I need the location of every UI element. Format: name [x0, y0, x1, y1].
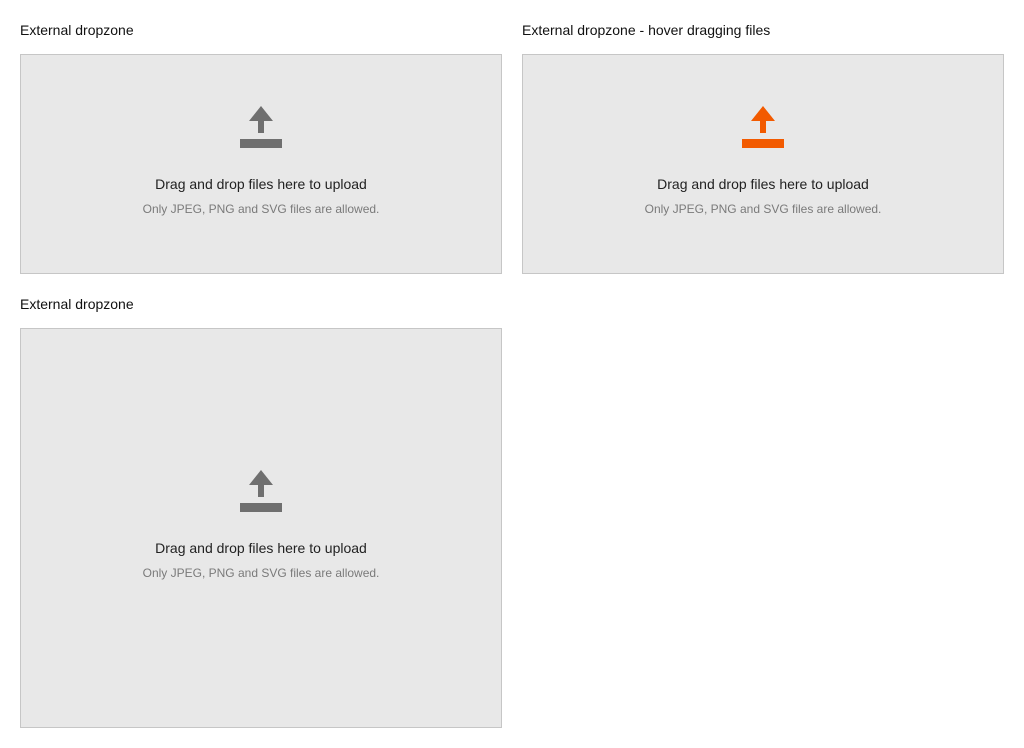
- section-title: External dropzone: [20, 296, 134, 312]
- dropzone-allowed-types: Only JPEG, PNG and SVG files are allowed…: [644, 202, 882, 216]
- upload-icon: [742, 106, 784, 148]
- dropzone-instruction: Drag and drop files here to upload: [155, 176, 367, 192]
- file-dropzone-large[interactable]: Drag and drop files here to upload Only …: [20, 328, 502, 728]
- dropzone-instruction: Drag and drop files here to upload: [155, 540, 367, 556]
- file-dropzone-hover[interactable]: Drag and drop files here to upload Only …: [522, 54, 1004, 274]
- dropzone-instruction: Drag and drop files here to upload: [657, 176, 869, 192]
- section-title: External dropzone - hover dragging files: [522, 22, 771, 38]
- page: External dropzone Drag and drop files he…: [0, 0, 1024, 748]
- upload-icon: [240, 470, 282, 512]
- section-title: External dropzone: [20, 22, 134, 38]
- upload-icon: [240, 106, 282, 148]
- dropzone-allowed-types: Only JPEG, PNG and SVG files are allowed…: [142, 566, 380, 580]
- dropzone-allowed-types: Only JPEG, PNG and SVG files are allowed…: [142, 202, 380, 216]
- file-dropzone[interactable]: Drag and drop files here to upload Only …: [20, 54, 502, 274]
